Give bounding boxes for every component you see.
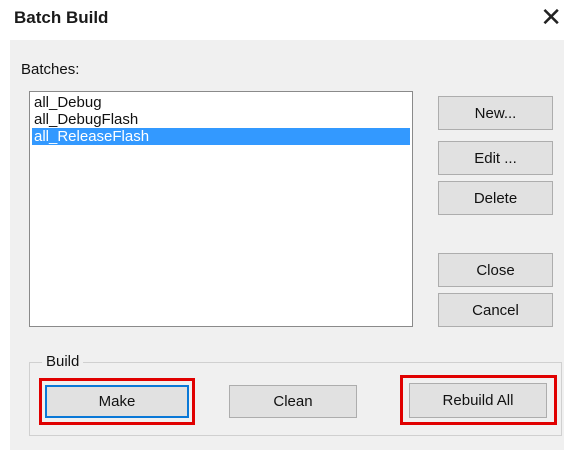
close-icon[interactable]: ✕ [540, 3, 562, 31]
list-item-all-debug[interactable]: all_Debug [32, 94, 410, 111]
rebuild-all-button[interactable]: Rebuild All [409, 383, 547, 418]
batches-listbox[interactable]: all_Debug all_DebugFlash all_ReleaseFlas… [29, 91, 413, 327]
title-bar: Batch Build ✕ [0, 0, 574, 40]
make-button[interactable]: Make [45, 385, 189, 418]
cancel-button[interactable]: Cancel [438, 293, 553, 327]
clean-button[interactable]: Clean [229, 385, 357, 418]
window-title: Batch Build [14, 8, 109, 27]
batches-label: Batches: [21, 61, 80, 78]
new-button[interactable]: New... [438, 96, 553, 130]
build-group-label: Build [42, 353, 84, 370]
close-button[interactable]: Close [438, 253, 553, 287]
list-item-all-releaseflash[interactable]: all_ReleaseFlash [32, 128, 410, 145]
delete-button[interactable]: Delete [438, 181, 553, 215]
edit-button[interactable]: Edit ... [438, 141, 553, 175]
list-item-all-debugflash[interactable]: all_DebugFlash [32, 111, 410, 128]
